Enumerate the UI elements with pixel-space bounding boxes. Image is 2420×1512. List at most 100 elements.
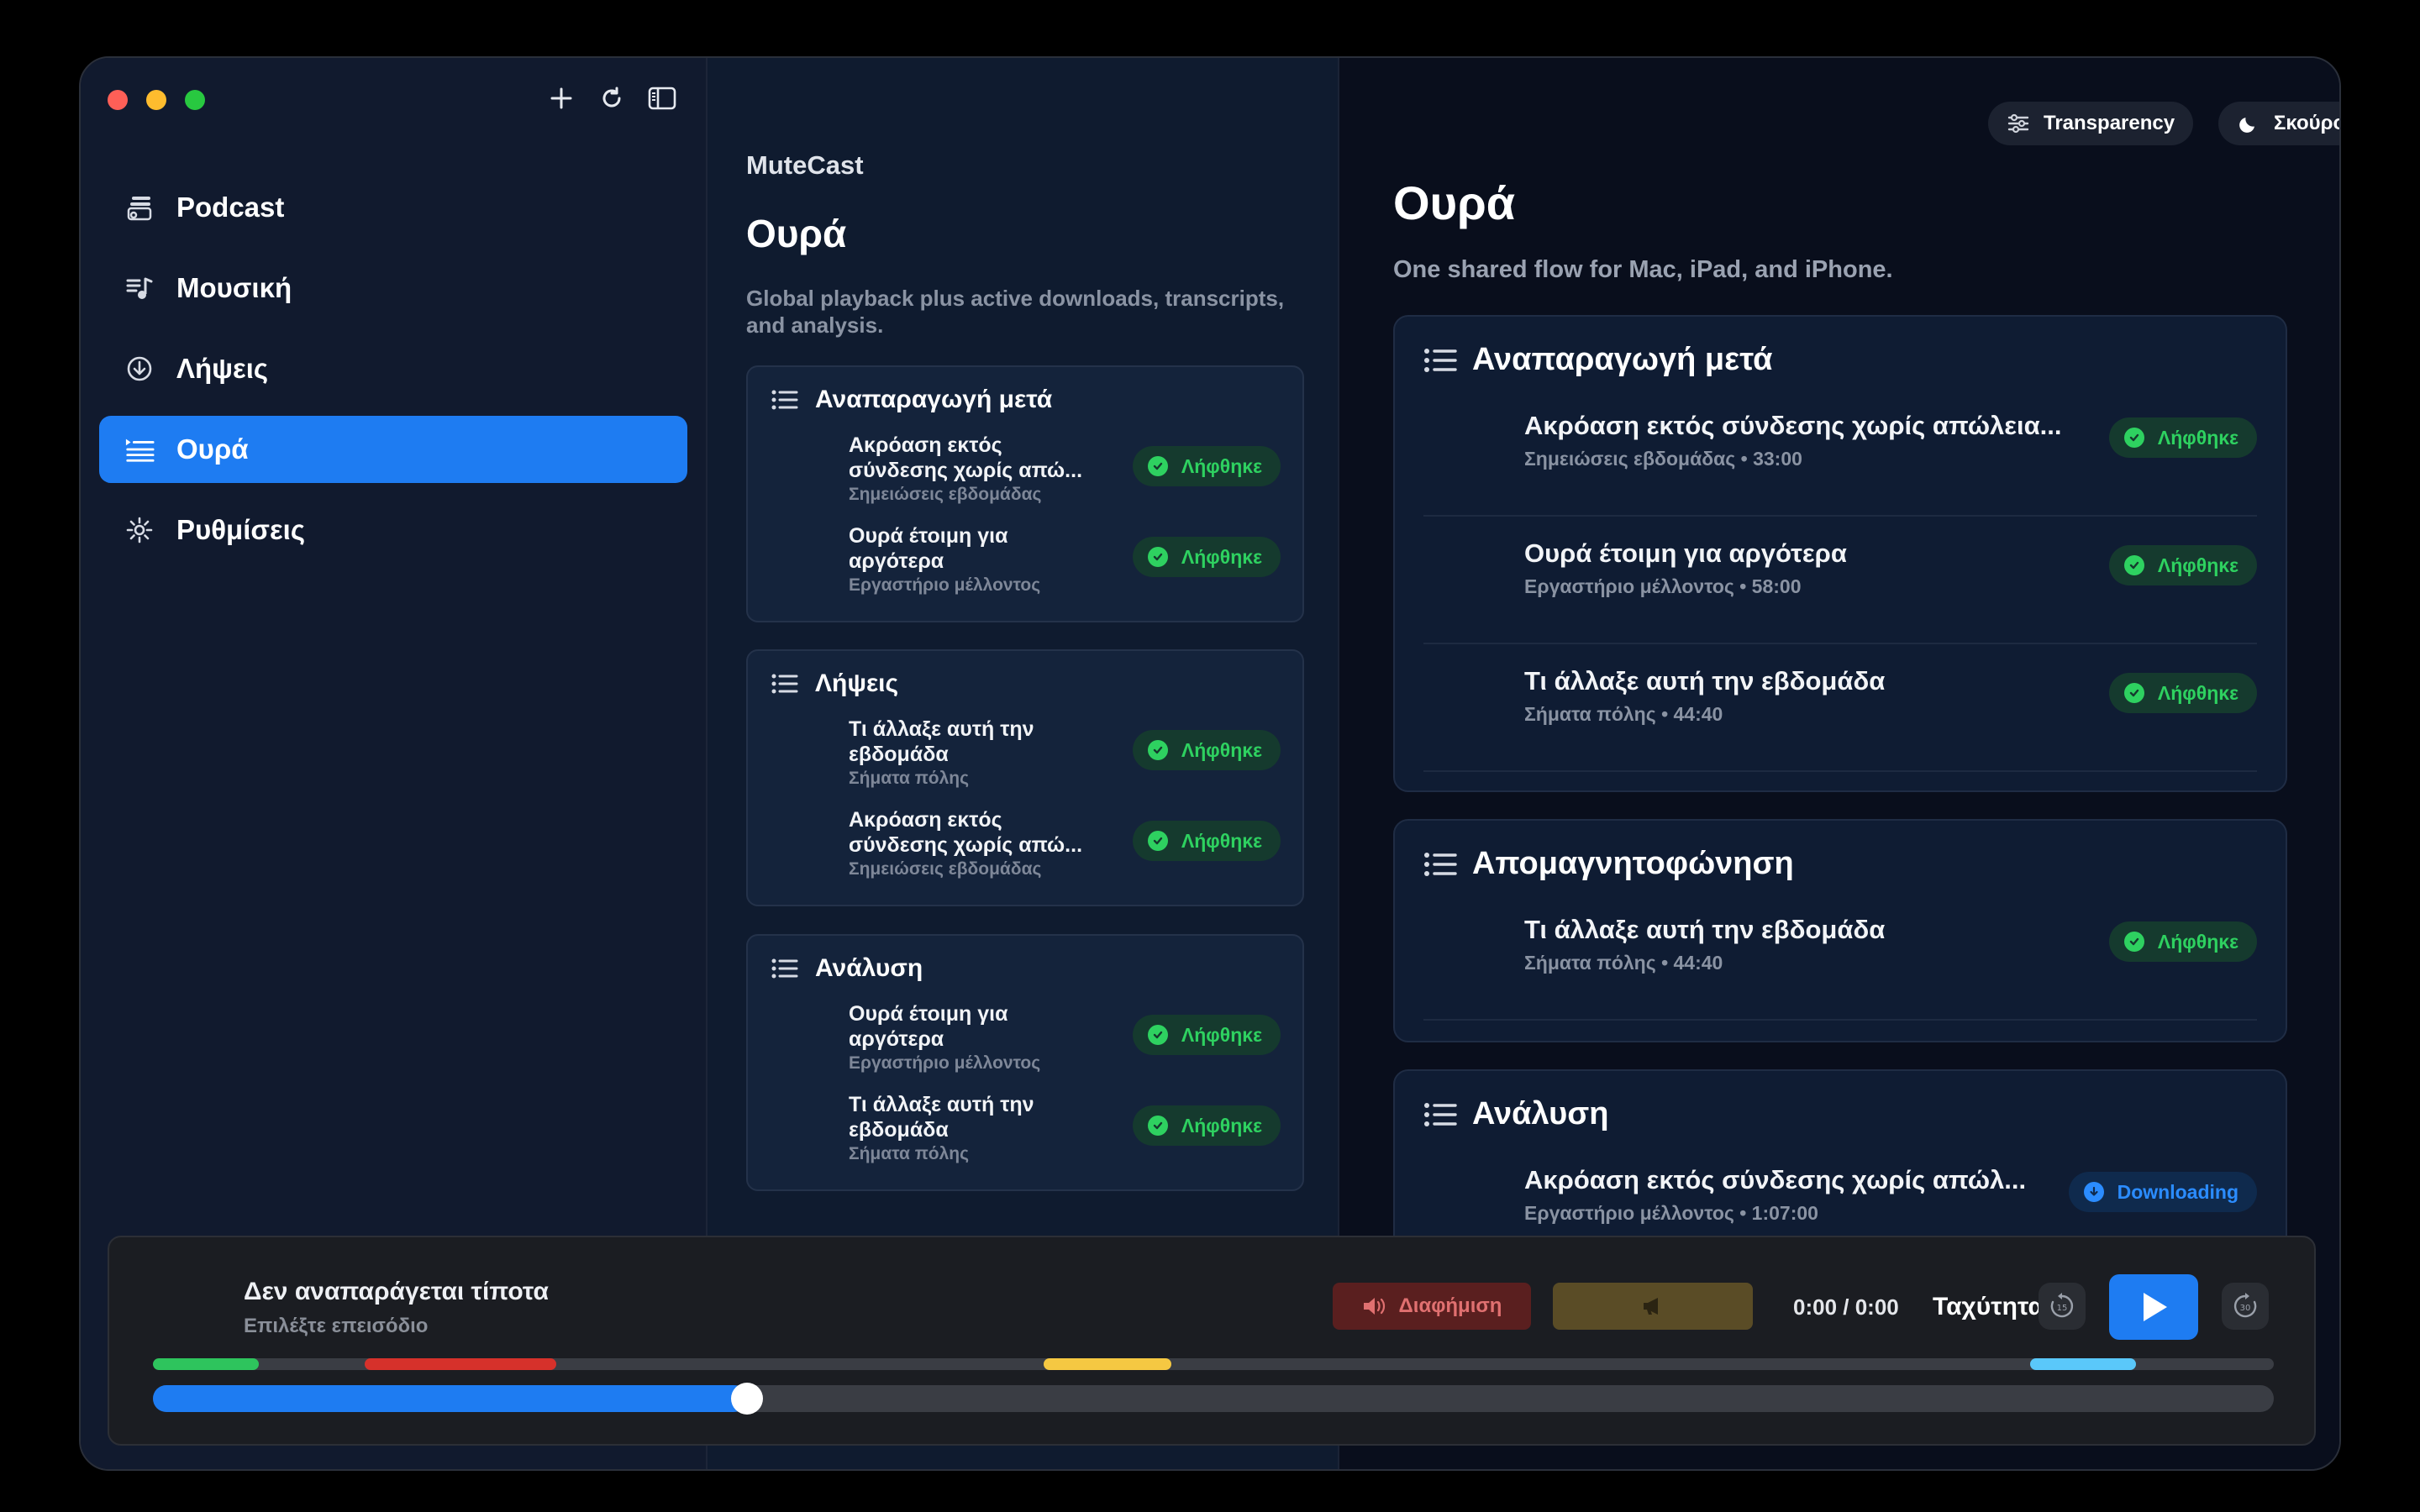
checkmark-icon bbox=[2123, 932, 2144, 952]
refresh-icon[interactable] bbox=[597, 83, 627, 113]
status-label: Λήφθηκε bbox=[1181, 1023, 1262, 1046]
player-bar: Δεν αναπαράγεται τίποτα Επιλέξτε επεισόδ… bbox=[108, 1236, 2316, 1446]
checkmark-icon bbox=[2123, 683, 2144, 703]
queue-card-play-next: Αναπαραγωγή μετά Ακρόαση εκτός σύνδεσης … bbox=[746, 365, 1304, 622]
theme-button[interactable]: Σκούρο bbox=[2218, 102, 2339, 145]
now-playing-title: Δεν αναπαράγεται τίποτα bbox=[244, 1278, 549, 1305]
detail-card-play-next: Αναπαραγωγή μετά Ακρόαση εκτός σύνδεσης … bbox=[1393, 315, 2287, 792]
podcast-icon bbox=[124, 192, 155, 223]
episode-show: Σήματα πόλης bbox=[849, 1144, 970, 1163]
sidebar-toggle-icon[interactable] bbox=[647, 83, 677, 113]
episode-title: Ουρά έτοιμη για αργότερα bbox=[849, 524, 1008, 573]
card-header: Απομαγνητοφώνηση bbox=[1423, 846, 1794, 882]
episode-show: Εργαστήριο μέλλοντος bbox=[849, 575, 1041, 595]
sidebar-item-settings[interactable]: Ρυθμίσεις bbox=[99, 496, 687, 564]
megaphone-button[interactable] bbox=[1553, 1283, 1753, 1330]
megaphone-icon bbox=[1640, 1295, 1665, 1317]
list-item[interactable]: Ακρόαση εκτός σύνδεσης χωρίς απώ... Σημε… bbox=[849, 433, 1281, 513]
status-label: Λήφθηκε bbox=[1181, 454, 1262, 477]
episode-title: Ακρόαση εκτός σύνδεσης χωρίς απώλεια... bbox=[1524, 411, 2062, 440]
list-item[interactable]: Ουρά έτοιμη για αργότερα Εργαστήριο μέλλ… bbox=[849, 1001, 1281, 1082]
progress-knob[interactable] bbox=[730, 1383, 763, 1415]
ad-segment-track bbox=[153, 1358, 2274, 1370]
episode-meta: Σημειώσεις εβδομάδας • 33:00 bbox=[1524, 448, 1802, 470]
episode-title: Ακρόαση εκτός σύνδεσης χωρίς απώ... bbox=[849, 808, 1083, 857]
episode-title: Ουρά έτοιμη για αργότερα bbox=[1524, 538, 1847, 568]
detail-card-transcription: Απομαγνητοφώνηση Τι άλλαξε αυτή την εβδο… bbox=[1393, 819, 2287, 1042]
window-controls bbox=[108, 90, 205, 110]
list-item[interactable]: Ακρόαση εκτός σύνδεσης χωρίς απώλεια... … bbox=[1423, 389, 2257, 517]
sidebar-item-music[interactable]: Μουσική bbox=[99, 255, 687, 322]
speed-button[interactable]: Ταχύτητα bbox=[1933, 1293, 2044, 1321]
checkmark-icon bbox=[1147, 740, 1168, 760]
skip-forward-button[interactable]: 30 bbox=[2222, 1283, 2269, 1330]
minimize-window-button[interactable] bbox=[146, 90, 166, 110]
status-badge: Λήφθηκε bbox=[1132, 730, 1281, 770]
status-label: Λήφθηκε bbox=[1181, 829, 1262, 852]
status-label: Λήφθηκε bbox=[1181, 1114, 1262, 1137]
episode-title: Ακρόαση εκτός σύνδεσης χωρίς απώ... bbox=[849, 433, 1083, 482]
card-title: Λήψεις bbox=[815, 669, 899, 697]
episode-meta: Εργαστήριο μέλλοντος • 58:00 bbox=[1524, 575, 1802, 597]
checkmark-icon bbox=[2123, 428, 2144, 448]
close-window-button[interactable] bbox=[108, 90, 128, 110]
list-icon bbox=[771, 957, 800, 980]
status-badge: Λήφθηκε bbox=[2108, 417, 2257, 458]
card-header: Ανάλυση bbox=[771, 954, 923, 983]
list-item[interactable]: Τι άλλαξε αυτή την εβδομάδα Σήματα πόλης… bbox=[1423, 893, 2257, 1021]
card-title: Αναπαραγωγή μετά bbox=[1472, 342, 1773, 377]
card-header: Αναπαραγωγή μετά bbox=[1423, 342, 1772, 378]
segment-marker bbox=[153, 1358, 260, 1370]
status-badge: Λήφθηκε bbox=[1132, 821, 1281, 861]
list-item[interactable]: Τι άλλαξε αυτή την εβδομάδα Σήματα πόλης… bbox=[1423, 644, 2257, 772]
download-progress-icon bbox=[2083, 1182, 2104, 1202]
playback-progress-slider[interactable] bbox=[153, 1383, 2274, 1415]
list-icon bbox=[1423, 1100, 1457, 1129]
list-item[interactable]: Ακρόαση εκτός σύνδεσης χωρίς απώ... Σημε… bbox=[849, 807, 1281, 888]
episode-title: Ουρά έτοιμη για αργότερα bbox=[849, 1002, 1008, 1051]
progress-fill bbox=[153, 1385, 747, 1412]
checkmark-icon bbox=[1147, 831, 1168, 851]
ad-skip-button[interactable]: Διαφήμιση bbox=[1333, 1283, 1531, 1330]
checkmark-icon bbox=[1147, 456, 1168, 476]
ad-label: Διαφήμιση bbox=[1398, 1294, 1502, 1317]
episode-meta: Εργαστήριο μέλλοντος • 1:07:00 bbox=[1524, 1202, 1818, 1224]
sidebar-toolbar bbox=[546, 83, 677, 113]
list-item[interactable]: Τι άλλαξε αυτή την εβδομάδα Σήματα πόλης… bbox=[849, 717, 1281, 797]
list-item[interactable]: Ουρά έτοιμη για αργότερα Εργαστήριο μέλλ… bbox=[849, 523, 1281, 604]
checkmark-icon bbox=[1147, 547, 1168, 567]
download-icon bbox=[124, 354, 155, 384]
zoom-window-button[interactable] bbox=[185, 90, 205, 110]
list-item[interactable]: Ουρά έτοιμη για αργότερα Εργαστήριο μέλλ… bbox=[1423, 517, 2257, 644]
skip-back-button[interactable]: 15 bbox=[2039, 1283, 2086, 1330]
queue-icon bbox=[124, 434, 155, 465]
status-label: Λήφθηκε bbox=[2157, 930, 2238, 953]
sidebar-item-downloads[interactable]: Λήψεις bbox=[99, 335, 687, 402]
detail-title: Ουρά bbox=[1393, 176, 1516, 229]
card-header: Ανάλυση bbox=[1423, 1096, 1608, 1132]
music-icon bbox=[124, 273, 155, 303]
status-badge: Λήφθηκε bbox=[1132, 446, 1281, 486]
queue-card-analysis: Ανάλυση Ουρά έτοιμη για αργότερα Εργαστή… bbox=[746, 934, 1304, 1191]
status-badge: Λήφθηκε bbox=[1132, 1105, 1281, 1146]
status-badge: Λήφθηκε bbox=[2108, 545, 2257, 585]
sidebar-item-label: Podcast bbox=[176, 192, 285, 223]
sidebar-item-podcast[interactable]: Podcast bbox=[99, 174, 687, 241]
status-label: Λήφθηκε bbox=[2157, 426, 2238, 449]
sidebar-item-label: Ρυθμίσεις bbox=[176, 514, 305, 545]
list-item[interactable]: Τι άλλαξε αυτή την εβδομάδα Σήματα πόλης… bbox=[849, 1092, 1281, 1173]
add-icon[interactable] bbox=[546, 83, 576, 113]
svg-text:15: 15 bbox=[2057, 1304, 2068, 1313]
segment-marker bbox=[2029, 1358, 2136, 1370]
card-title: Ανάλυση bbox=[815, 954, 923, 982]
status-label: Λήφθηκε bbox=[1181, 545, 1262, 568]
play-icon bbox=[2139, 1290, 2169, 1324]
sidebar-item-label: Ουρά bbox=[176, 433, 249, 465]
play-button[interactable] bbox=[2109, 1274, 2198, 1340]
sidebar-item-queue[interactable]: Ουρά bbox=[99, 416, 687, 483]
sidebar-item-label: Μουσική bbox=[176, 272, 292, 303]
transparency-button[interactable]: Transparency bbox=[1988, 102, 2194, 145]
status-label: Λήφθηκε bbox=[2157, 681, 2238, 704]
checkmark-icon bbox=[1147, 1116, 1168, 1136]
status-badge: Λήφθηκε bbox=[2108, 921, 2257, 962]
